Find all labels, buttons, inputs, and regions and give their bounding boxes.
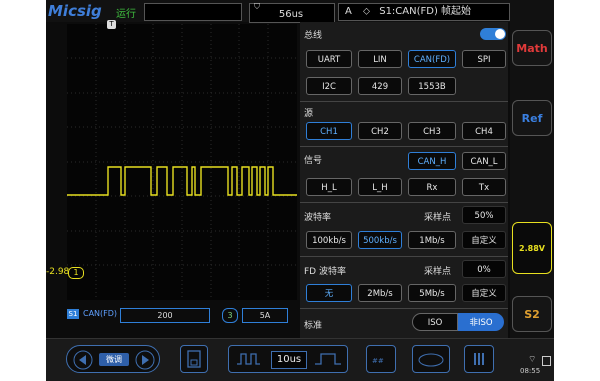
bus-429-button[interactable]: 429: [358, 77, 402, 95]
fd-sample-point-value[interactable]: 0%: [462, 260, 506, 278]
grid-lines: [67, 24, 297, 300]
signal-rx-button[interactable]: Rx: [408, 178, 456, 196]
divider: [300, 256, 508, 257]
decode-bus-badge[interactable]: S1: [67, 309, 79, 319]
divider: [300, 101, 508, 102]
ch1-scale-button[interactable]: 2.88V: [512, 222, 552, 274]
waveform-svg: [67, 24, 297, 300]
save-icon: [187, 350, 201, 368]
trigger-marker[interactable]: T: [107, 20, 116, 29]
bus-label: 总线: [304, 31, 323, 41]
source-ch4-button[interactable]: CH4: [462, 122, 506, 140]
bus-toggle[interactable]: [480, 28, 506, 40]
trigger-edge-icon: ⬦: [363, 6, 371, 17]
fd-baud-none-button[interactable]: 无: [306, 284, 352, 302]
decode-bus-name: CAN(FD): [83, 309, 118, 318]
fd-baud-label: FD 波特率: [304, 267, 346, 277]
baud-custom-button[interactable]: 自定义: [462, 231, 506, 249]
fine-adjust-control[interactable]: 微调: [66, 345, 160, 373]
save-button[interactable]: [180, 345, 208, 373]
signal-canl-button[interactable]: CAN_L: [462, 152, 506, 170]
trigger-description: S1:CAN(FD) 帧起始: [379, 6, 472, 17]
battery-icon: [542, 356, 551, 366]
measure-button[interactable]: ##: [366, 345, 396, 373]
divider: [300, 146, 508, 147]
bus-i2c-button[interactable]: I2C: [306, 77, 352, 95]
decode-field-id: 200: [120, 308, 210, 323]
signal-lh-button[interactable]: L_H: [358, 178, 402, 196]
cursor-icon: [418, 353, 444, 367]
fd-baud-2m-button[interactable]: 2Mb/s: [358, 284, 402, 302]
divider: [300, 202, 508, 203]
fd-baud-5m-button[interactable]: 5Mb/s: [408, 284, 456, 302]
source-ch2-button[interactable]: CH2: [358, 122, 402, 140]
fine-adjust-label: 微调: [99, 353, 129, 366]
pause-icon: [474, 353, 484, 365]
bus-uart-button[interactable]: UART: [306, 50, 352, 68]
toggle-knob: [495, 29, 505, 39]
baud-label: 波特率: [304, 213, 332, 223]
signal-tx-button[interactable]: Tx: [462, 178, 506, 196]
standard-iso-button[interactable]: ISO: [412, 313, 458, 331]
trigger-info[interactable]: A ⬦ S1:CAN(FD) 帧起始: [338, 3, 510, 21]
baud-1m-button[interactable]: 1Mb/s: [408, 231, 456, 249]
baud-100k-button[interactable]: 100kb/s: [306, 231, 352, 249]
wifi-icon: ⌔: [528, 355, 537, 365]
signal-label: 信号: [304, 156, 323, 166]
bus-lin-button[interactable]: LIN: [358, 50, 402, 68]
run-stop-button[interactable]: [464, 345, 494, 373]
level-readout: -2.98: [46, 267, 70, 277]
right-toolbar: [510, 22, 554, 338]
bus-canfd-button[interactable]: CAN(FD): [408, 50, 456, 68]
sample-point-value[interactable]: 50%: [462, 206, 506, 224]
run-state[interactable]: 运行: [116, 5, 136, 20]
fd-baud-custom-button[interactable]: 自定义: [462, 284, 506, 302]
source-ch1-button[interactable]: CH1: [306, 122, 352, 140]
ref-button[interactable]: Ref: [512, 100, 552, 136]
status-box: [144, 3, 242, 21]
fd-sample-point-label: 采样点: [424, 267, 452, 277]
timebase-increase-icon: [315, 353, 341, 365]
timebase-decrease-icon: [237, 353, 260, 365]
decode-field-data: 5A: [242, 308, 288, 323]
signal-hl-button[interactable]: H_L: [306, 178, 352, 196]
timebase-readout: 56us: [278, 9, 304, 20]
s2-button[interactable]: S2: [512, 296, 552, 332]
clock: 08:55: [520, 367, 541, 375]
math-button[interactable]: Math: [512, 30, 552, 66]
decode-field-dlc: 3: [222, 308, 238, 323]
source-label: 源: [304, 109, 314, 119]
brand-logo: Micsig: [48, 2, 102, 20]
channel1-marker[interactable]: 1: [68, 267, 84, 279]
timebase-value: 10us: [271, 351, 307, 369]
source-ch3-button[interactable]: CH3: [408, 122, 456, 140]
divider: [300, 308, 508, 309]
cursor-button[interactable]: [412, 345, 450, 373]
sample-point-label: 采样点: [424, 213, 452, 223]
standard-label: 标准: [304, 321, 323, 331]
trigger-source: A: [345, 6, 352, 17]
bus-1553b-button[interactable]: 1553B: [408, 77, 456, 95]
standard-non-iso-button[interactable]: 非ISO: [458, 313, 504, 331]
waveform-grid[interactable]: [67, 24, 297, 300]
timebase-control[interactable]: 10us: [228, 345, 348, 373]
svg-text:##: ##: [372, 357, 384, 365]
signal-canh-button[interactable]: CAN_H: [408, 152, 456, 170]
baud-500k-button[interactable]: 500kb/s: [358, 231, 402, 249]
measure-icon: ##: [372, 357, 384, 365]
bus-spi-button[interactable]: SPI: [462, 50, 506, 68]
